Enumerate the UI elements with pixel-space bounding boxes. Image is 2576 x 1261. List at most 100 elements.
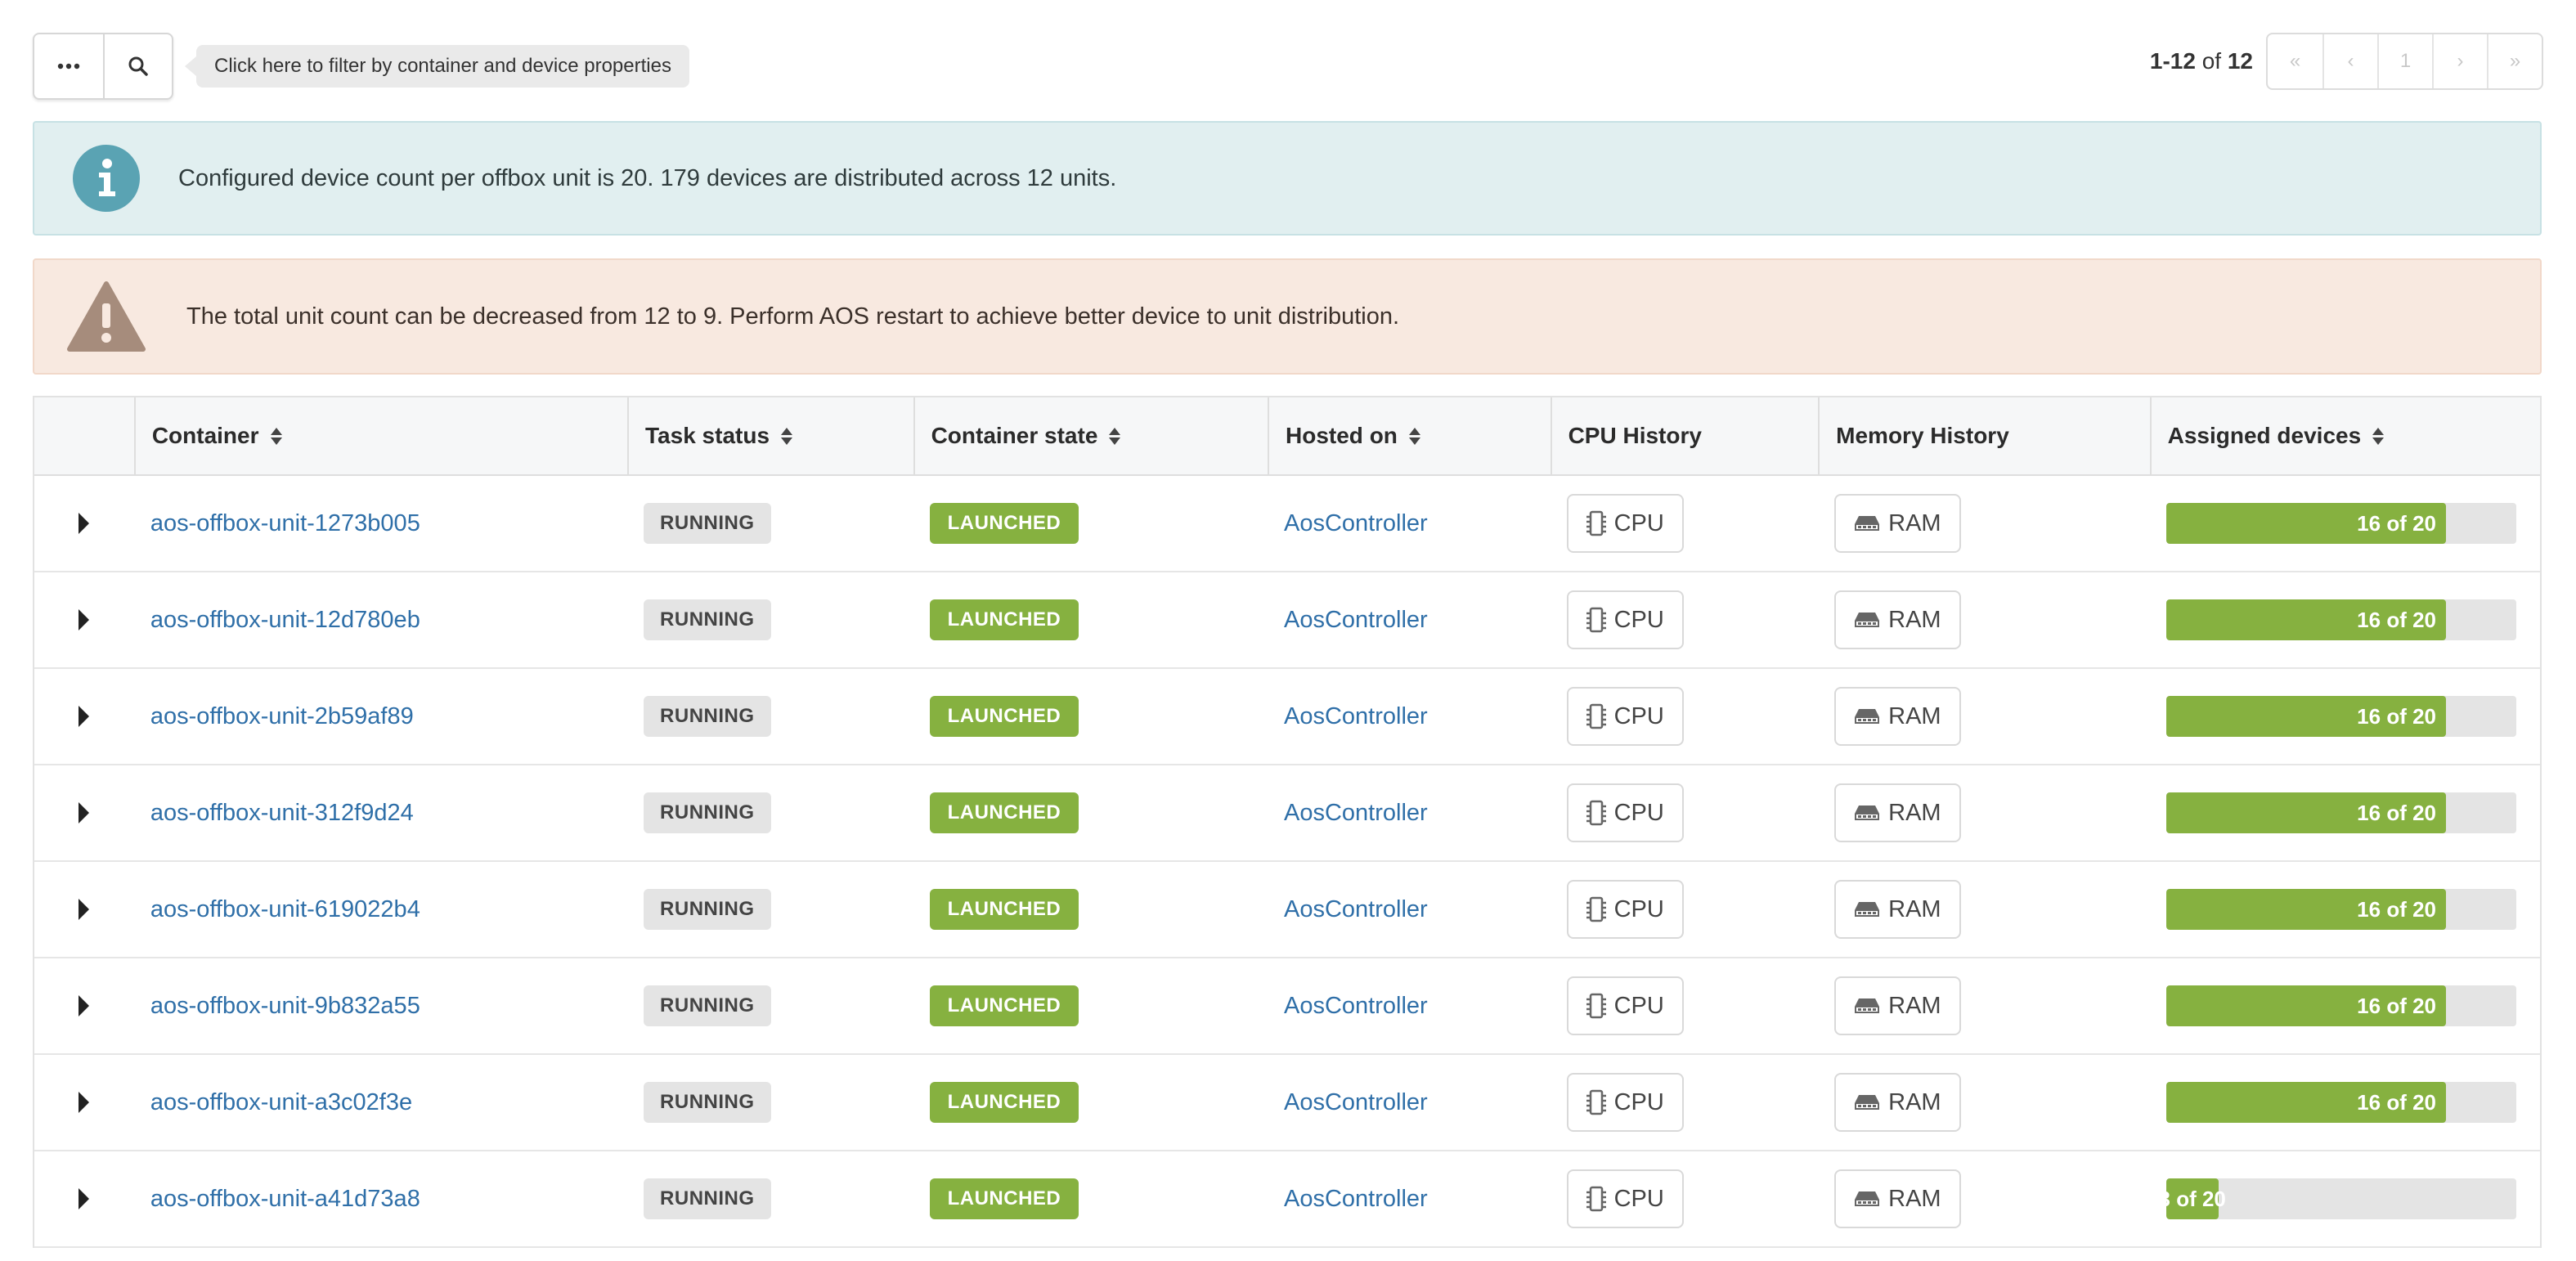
task-status-cell: RUNNING: [627, 1151, 913, 1246]
sort-icon[interactable]: [1109, 427, 1121, 445]
assigned-devices-cell: 16 of 20: [2150, 862, 2540, 957]
container-state-badge: LAUNCHED: [929, 1178, 1079, 1219]
expand-column-header: [34, 397, 134, 474]
task-status-badge: RUNNING: [644, 696, 771, 737]
memory-history-button[interactable]: RAM: [1834, 590, 1961, 649]
container-state-cell: LAUNCHED: [913, 1055, 1268, 1150]
container-state-cell: LAUNCHED: [913, 1151, 1268, 1246]
expand-row-button[interactable]: [34, 958, 134, 1053]
memory-history-label: RAM: [1888, 1088, 1941, 1115]
memory-history-button[interactable]: RAM: [1834, 687, 1961, 746]
assigned-devices-cell: 3 of 20: [2150, 1151, 2540, 1246]
assigned-devices-bar: 16 of 20: [2165, 889, 2516, 930]
column-header-hosted-on[interactable]: Hosted on: [1268, 397, 1551, 474]
hosted-on-link[interactable]: AosController: [1284, 703, 1428, 730]
container-link[interactable]: aos-offbox-unit-a41d73a8: [150, 1186, 420, 1213]
memory-history-button[interactable]: RAM: [1834, 1073, 1961, 1132]
hosted-on-link[interactable]: AosController: [1284, 800, 1428, 827]
sort-icon[interactable]: [2372, 427, 2385, 445]
assigned-devices-fill: 16 of 20: [2165, 1082, 2446, 1123]
assigned-devices-bar: 3 of 20: [2165, 1178, 2516, 1219]
hosted-on-link[interactable]: AosController: [1284, 896, 1428, 923]
expand-row-button[interactable]: [34, 765, 134, 860]
info-alert: Configured device count per offbox unit …: [33, 121, 2542, 236]
expand-row-button[interactable]: [34, 669, 134, 764]
memory-history-button[interactable]: RAM: [1834, 880, 1961, 939]
table-header: Container Task status Container state Ho…: [34, 397, 2540, 476]
expand-row-button[interactable]: [34, 862, 134, 957]
first-page-button[interactable]: «: [2268, 34, 2322, 88]
container-link[interactable]: aos-offbox-unit-12d780eb: [150, 607, 420, 634]
hosted-on-link[interactable]: AosController: [1284, 510, 1428, 537]
column-header-assigned-devices[interactable]: Assigned devices: [2149, 397, 2540, 474]
expand-row-button[interactable]: [34, 572, 134, 667]
column-header-container-state[interactable]: Container state: [913, 397, 1268, 474]
column-header-task-status[interactable]: Task status: [627, 397, 913, 474]
cpu-history-button[interactable]: CPU: [1566, 880, 1684, 939]
memory-history-button[interactable]: RAM: [1834, 783, 1961, 842]
column-header-container[interactable]: Container: [133, 397, 627, 474]
cpu-history-button[interactable]: CPU: [1566, 1169, 1684, 1228]
task-status-cell: RUNNING: [627, 958, 913, 1053]
container-link[interactable]: aos-offbox-unit-1273b005: [150, 510, 420, 537]
container-state-cell: LAUNCHED: [913, 862, 1268, 957]
expand-row-button[interactable]: [34, 476, 134, 571]
sort-icon[interactable]: [270, 427, 282, 445]
warning-alert-text: The total unit count can be decreased fr…: [186, 303, 1400, 330]
container-state-badge: LAUNCHED: [929, 792, 1079, 833]
container-link[interactable]: aos-offbox-unit-2b59af89: [150, 703, 414, 730]
microchip-icon: [1586, 703, 1606, 729]
memory-drive-icon: [1855, 613, 1880, 627]
hosted-on-link[interactable]: AosController: [1284, 1186, 1428, 1213]
column-header-memory-history: Memory History: [1818, 397, 2149, 474]
cpu-history-button[interactable]: CPU: [1566, 590, 1684, 649]
memory-history-button[interactable]: RAM: [1834, 494, 1961, 553]
next-page-button[interactable]: ›: [2432, 34, 2487, 88]
assigned-devices-fill: 16 of 20: [2165, 889, 2446, 930]
cpu-history-button[interactable]: CPU: [1566, 494, 1684, 553]
filter-hint-tooltip[interactable]: Click here to filter by container and de…: [185, 45, 689, 88]
container-link[interactable]: aos-offbox-unit-312f9d24: [150, 800, 414, 827]
container-link[interactable]: aos-offbox-unit-619022b4: [150, 896, 420, 923]
assigned-devices-cell: 16 of 20: [2150, 476, 2540, 571]
microchip-icon: [1586, 607, 1606, 633]
pagination-total: 12: [2227, 48, 2253, 74]
sort-icon[interactable]: [1408, 427, 1420, 445]
container-link[interactable]: aos-offbox-unit-9b832a55: [150, 993, 420, 1020]
search-button[interactable]: [103, 34, 172, 98]
current-page-button[interactable]: 1: [2377, 34, 2432, 88]
task-status-cell: RUNNING: [627, 572, 913, 667]
task-status-badge: RUNNING: [644, 792, 771, 833]
more-options-button[interactable]: [34, 34, 103, 98]
cpu-history-button[interactable]: CPU: [1566, 976, 1684, 1035]
hosted-on-link[interactable]: AosController: [1284, 1089, 1428, 1116]
prev-page-button[interactable]: ‹: [2322, 34, 2377, 88]
expand-row-button[interactable]: [34, 1151, 134, 1246]
pagination-buttons: « ‹ 1 › »: [2266, 33, 2543, 90]
cpu-history-button[interactable]: CPU: [1566, 1073, 1684, 1132]
hosted-on-cell: AosController: [1268, 1055, 1551, 1150]
assigned-devices-cell: 16 of 20: [2150, 669, 2540, 764]
column-header-label: Task status: [645, 423, 770, 448]
pagination-count: 1-12 of 12: [2150, 48, 2253, 74]
container-state-cell: LAUNCHED: [913, 669, 1268, 764]
table-row: aos-offbox-unit-1273b005 RUNNING LAUNCHE…: [34, 476, 2540, 572]
toolbar-button-group: [33, 33, 173, 100]
container-state-badge: LAUNCHED: [929, 599, 1079, 640]
assigned-devices-bar: 16 of 20: [2165, 985, 2516, 1026]
last-page-button[interactable]: »: [2487, 34, 2542, 88]
cpu-history-button[interactable]: CPU: [1566, 783, 1684, 842]
ellipsis-icon: [57, 63, 80, 70]
memory-history-button[interactable]: RAM: [1834, 976, 1961, 1035]
container-link[interactable]: aos-offbox-unit-a3c02f3e: [150, 1089, 412, 1116]
hosted-on-link[interactable]: AosController: [1284, 607, 1428, 634]
assigned-devices-cell: 16 of 20: [2150, 765, 2540, 860]
expand-row-button[interactable]: [34, 1055, 134, 1150]
sort-icon[interactable]: [781, 427, 793, 445]
memory-history-cell: RAM: [1818, 1055, 2149, 1150]
cpu-history-button[interactable]: CPU: [1566, 687, 1684, 746]
hosted-on-link[interactable]: AosController: [1284, 993, 1428, 1020]
info-icon-wrap: [67, 144, 146, 213]
table-row: aos-offbox-unit-9b832a55 RUNNING LAUNCHE…: [34, 958, 2540, 1055]
memory-history-button[interactable]: RAM: [1834, 1169, 1961, 1228]
